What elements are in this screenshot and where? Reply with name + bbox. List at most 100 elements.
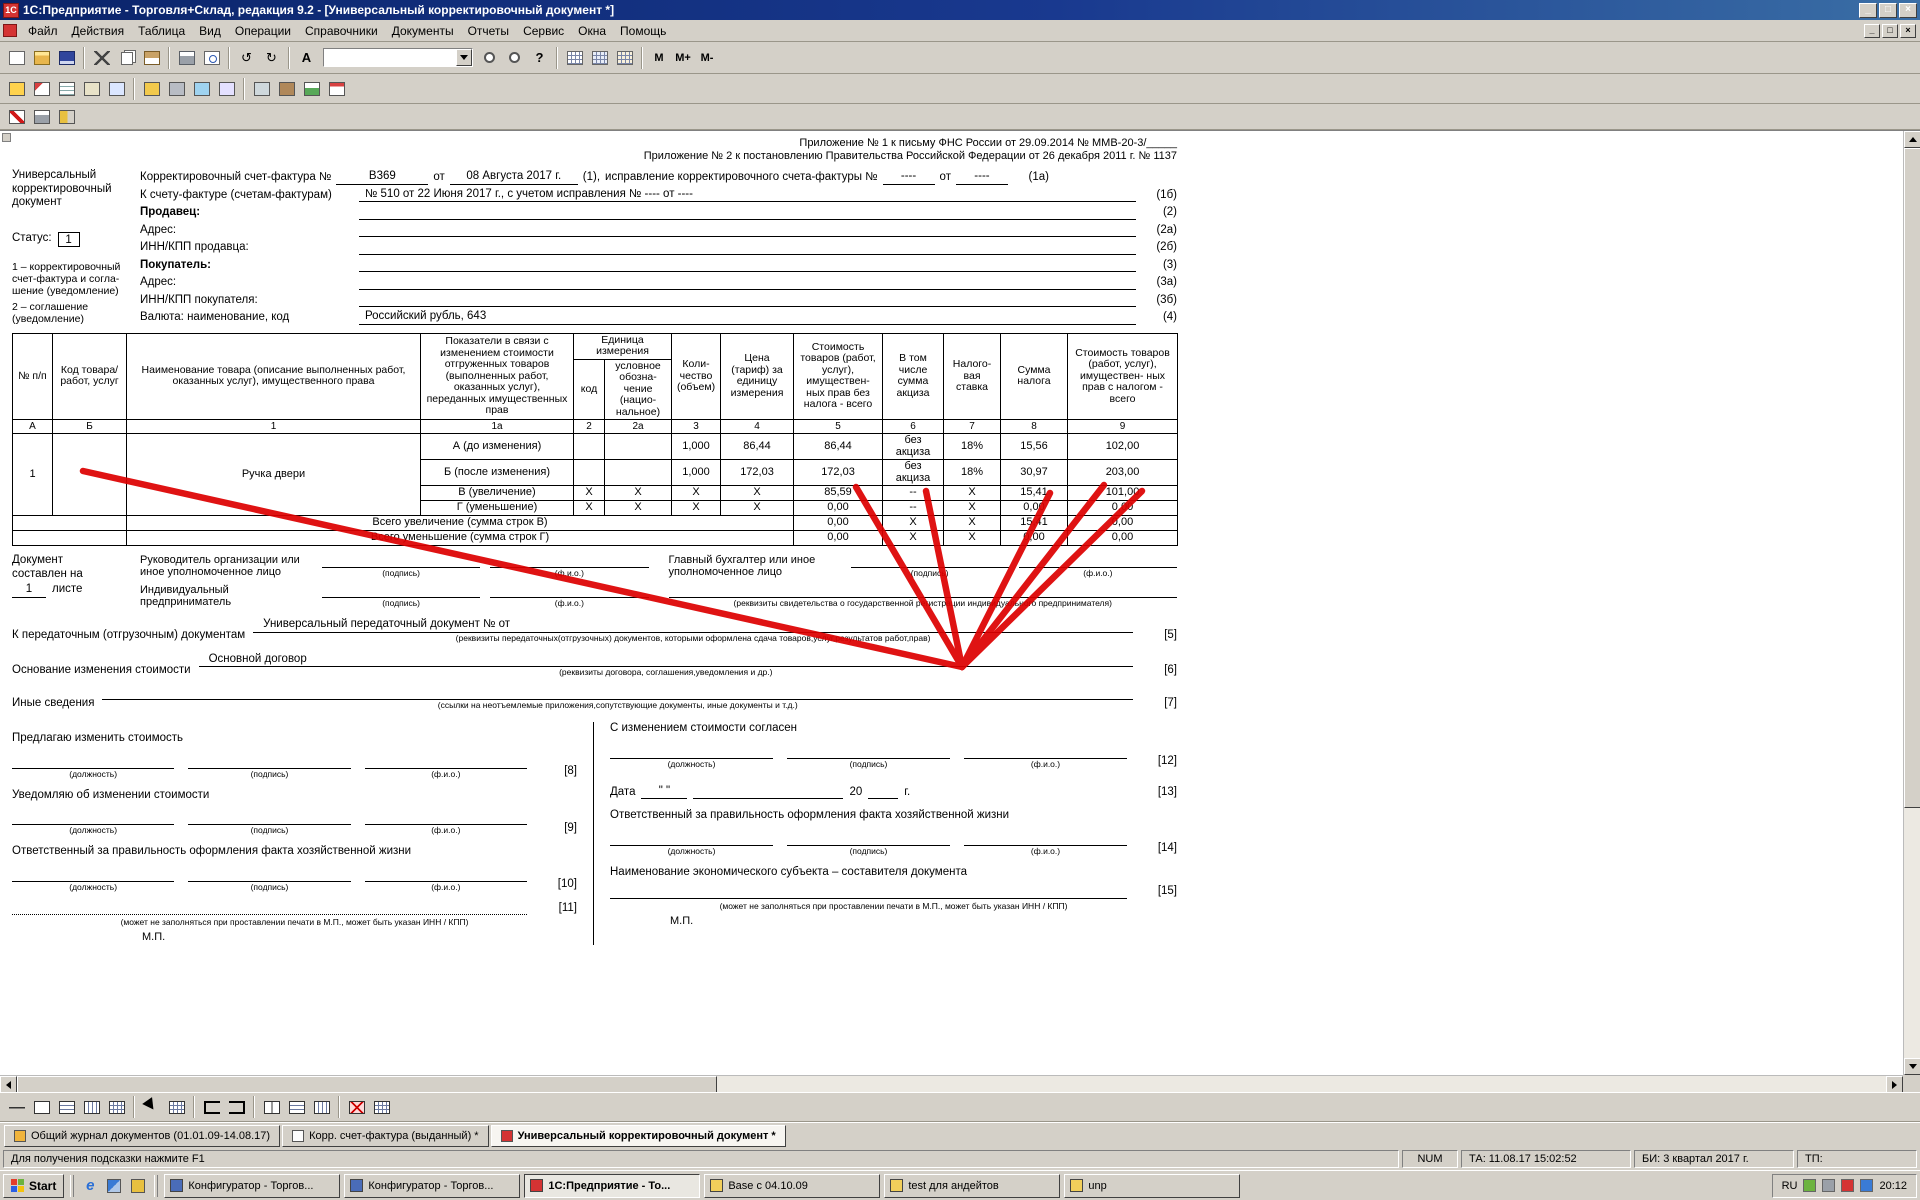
task-1c-enterprise[interactable]: 1С:Предприятие - То... (524, 1174, 700, 1198)
minimize-button[interactable]: _ (1859, 3, 1877, 18)
invoice-button[interactable] (54, 77, 79, 100)
open-button[interactable] (29, 46, 54, 69)
combobox-dropdown-button[interactable] (456, 49, 472, 66)
menu-file[interactable]: Файл (21, 21, 65, 41)
mdi-close-button[interactable]: × (1900, 24, 1916, 38)
clock[interactable]: 20:12 (1879, 1180, 1907, 1192)
memory-minus-button[interactable]: М- (695, 47, 719, 68)
quick-launch-desktop[interactable] (104, 1176, 124, 1196)
new-document-button[interactable] (4, 46, 29, 69)
task-folder-test[interactable]: test для андейтов (884, 1174, 1060, 1198)
close-bracket-button[interactable] (224, 1096, 249, 1119)
spreadsheet-editor[interactable]: Приложение № 1 к письму ФНС России от 29… (0, 130, 1920, 1092)
undo-button[interactable]: ↺ (234, 46, 259, 69)
section-rows-button[interactable] (284, 1096, 309, 1119)
close-form-button[interactable] (4, 105, 29, 128)
reference-button[interactable] (214, 77, 239, 100)
menu-reports[interactable]: Отчеты (461, 21, 516, 41)
memory-button[interactable]: М (647, 47, 671, 68)
quick-launch-handle[interactable] (70, 1175, 74, 1197)
menu-service[interactable]: Сервис (516, 21, 571, 41)
calendar-button[interactable] (324, 77, 349, 100)
find-button[interactable]: А (294, 46, 319, 69)
print-preview-button[interactable] (199, 46, 224, 69)
scroll-up-button[interactable] (1904, 131, 1920, 148)
zoom-in-button[interactable] (477, 46, 502, 69)
status-bi[interactable]: БИ: 3 квартал 2017 г. (1634, 1150, 1794, 1168)
language-indicator[interactable]: RU (1782, 1180, 1798, 1192)
document-page[interactable]: Приложение № 1 к письму ФНС России от 29… (12, 137, 1192, 945)
headers-toggle-button[interactable] (587, 46, 612, 69)
journal-button[interactable] (4, 77, 29, 100)
editor-corner-box[interactable] (2, 133, 11, 142)
rows-tool-button[interactable] (54, 1096, 79, 1119)
menu-references[interactable]: Справочники (298, 21, 385, 41)
tray-network-icon[interactable] (1860, 1179, 1873, 1192)
tab-correction-invoice[interactable]: Корр. счет-фактура (выданный) * (282, 1125, 489, 1147)
task-configurator-1[interactable]: Конфигуратор - Торгов... (164, 1174, 340, 1198)
columns-tool-button[interactable] (79, 1096, 104, 1119)
task-folder-unp[interactable]: unp (1064, 1174, 1240, 1198)
redo-button[interactable]: ↻ (259, 46, 284, 69)
tools-button[interactable] (274, 77, 299, 100)
horizontal-scroll-thumb[interactable] (17, 1076, 717, 1092)
table-properties-button[interactable] (369, 1096, 394, 1119)
pattern-tool-button[interactable] (104, 1096, 129, 1119)
section-columns-button[interactable] (309, 1096, 334, 1119)
cut-button[interactable] (89, 46, 114, 69)
scroll-down-button[interactable] (1904, 1058, 1920, 1075)
quick-launch-ie[interactable]: e (80, 1176, 100, 1196)
mdi-restore-button[interactable]: □ (1882, 24, 1898, 38)
scales-button[interactable] (139, 77, 164, 100)
merge-cells-button[interactable] (259, 1096, 284, 1119)
vertical-scroll-thumb[interactable] (1904, 148, 1920, 808)
save-button[interactable] (54, 46, 79, 69)
scroll-left-button[interactable] (0, 1076, 17, 1092)
tray-alert-icon[interactable] (1841, 1179, 1854, 1192)
delete-section-button[interactable] (344, 1096, 369, 1119)
section-combobox[interactable] (323, 48, 473, 67)
menu-documents[interactable]: Документы (385, 21, 461, 41)
post-document-button[interactable] (29, 77, 54, 100)
zoom-out-button[interactable] (502, 46, 527, 69)
restore-button[interactable]: □ (1879, 3, 1897, 18)
accounts-button[interactable] (79, 77, 104, 100)
scroll-right-button[interactable] (1886, 1076, 1903, 1092)
pointer-mode-button[interactable] (139, 1096, 164, 1119)
grid-toggle-button[interactable] (562, 46, 587, 69)
sections-toggle-button[interactable] (612, 46, 637, 69)
vertical-scrollbar[interactable] (1903, 131, 1920, 1075)
task-folder-base[interactable]: Base с 04.10.09 (704, 1174, 880, 1198)
menu-view[interactable]: Вид (192, 21, 228, 41)
menu-operations[interactable]: Операции (228, 21, 298, 41)
open-bracket-button[interactable] (199, 1096, 224, 1119)
menu-table[interactable]: Таблица (131, 21, 192, 41)
menu-windows[interactable]: Окна (571, 21, 613, 41)
status-tp[interactable]: ТП: (1797, 1150, 1917, 1168)
exit-button[interactable] (54, 105, 79, 128)
safe-button[interactable] (164, 77, 189, 100)
print-form-button[interactable] (29, 105, 54, 128)
grid-view-button[interactable] (164, 1096, 189, 1119)
menu-help[interactable]: Помощь (613, 21, 673, 41)
start-button[interactable]: Start (3, 1174, 64, 1198)
quick-launch-app[interactable] (128, 1176, 148, 1196)
menu-actions[interactable]: Действия (65, 21, 132, 41)
tray-status-icon[interactable] (1803, 1179, 1816, 1192)
help-button[interactable]: ? (527, 46, 552, 69)
tab-universal-correction-document[interactable]: Универсальный корректировочный документ … (491, 1125, 786, 1147)
chart-button[interactable] (299, 77, 324, 100)
price-button[interactable] (104, 77, 129, 100)
line-tool-button[interactable] (4, 1096, 29, 1119)
memory-plus-button[interactable]: М+ (671, 47, 695, 68)
tab-journal[interactable]: Общий журнал документов (01.01.09-14.08.… (4, 1125, 280, 1147)
tray-monitor-icon[interactable] (1822, 1179, 1835, 1192)
task-configurator-2[interactable]: Конфигуратор - Торгов... (344, 1174, 520, 1198)
paste-button[interactable] (139, 46, 164, 69)
status-ta[interactable]: ТА: 11.08.17 15:02:52 (1461, 1150, 1631, 1168)
print-button[interactable] (174, 46, 199, 69)
horizontal-scrollbar[interactable] (0, 1075, 1903, 1092)
mdi-minimize-button[interactable]: _ (1864, 24, 1880, 38)
document-system-icon[interactable] (3, 24, 17, 37)
rectangle-tool-button[interactable] (29, 1096, 54, 1119)
